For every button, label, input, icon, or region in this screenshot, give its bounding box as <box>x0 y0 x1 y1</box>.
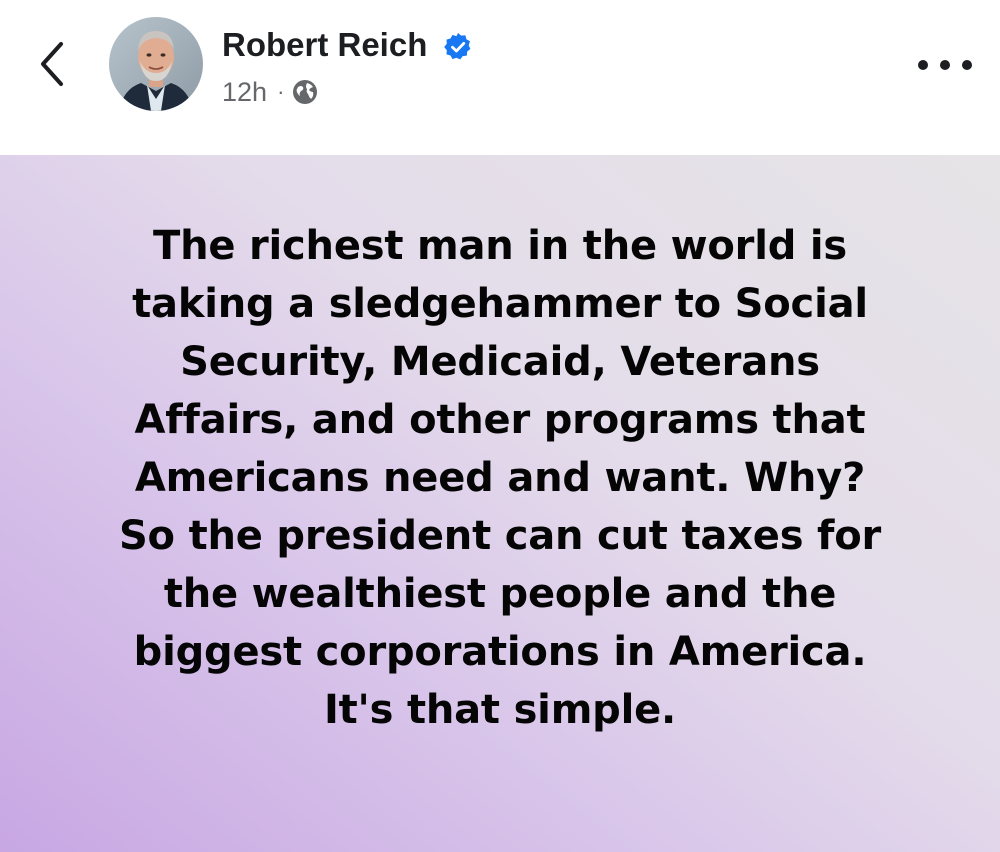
more-dot <box>940 60 950 70</box>
more-dot <box>962 60 972 70</box>
avatar[interactable] <box>109 17 203 111</box>
post-text-line: the wealthiest people and the <box>163 570 837 617</box>
author-name[interactable]: Robert Reich <box>222 26 427 64</box>
back-button[interactable] <box>30 38 74 90</box>
post-background-card[interactable]: The richest man in the world is taking a… <box>0 155 1000 852</box>
post-header: Robert Reich 12h · <box>0 0 1000 155</box>
chevron-left-icon <box>41 42 63 86</box>
post-meta: 12h · <box>222 76 318 108</box>
timestamp[interactable]: 12h <box>222 77 267 108</box>
post-text-line: So the president can cut taxes for <box>118 512 882 559</box>
post-text-line: Affairs, and other programs that <box>134 396 866 443</box>
post-text-line: biggest corporations in America. <box>133 628 867 675</box>
post-text: The richest man in the world is taking a… <box>60 217 940 739</box>
post-text-line: taking a sledgehammer to Social <box>132 280 868 327</box>
profile-photo <box>109 17 203 111</box>
post-text-line: It's that simple. <box>323 686 677 733</box>
meta-separator: · <box>277 79 285 104</box>
post-text-line: The richest man in the world is <box>152 222 847 269</box>
more-dot <box>918 60 928 70</box>
post-text-line: Americans need and want. Why? <box>134 454 866 501</box>
verified-badge-icon <box>444 33 471 60</box>
more-options-button[interactable] <box>918 50 972 80</box>
post-text-line: Security, Medicaid, Veterans <box>180 338 820 385</box>
globe-icon[interactable] <box>292 79 318 105</box>
